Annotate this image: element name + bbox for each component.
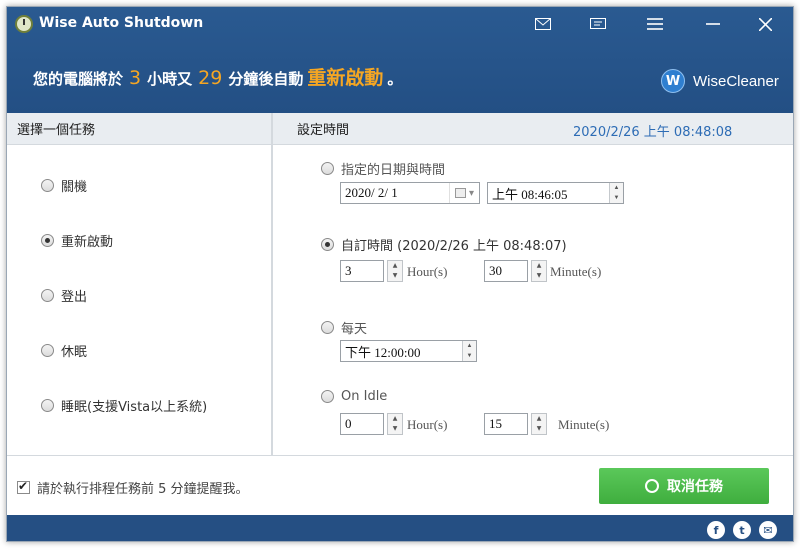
countdown-message: 您的電腦將於 3 小時又 29 分鐘後自動 重新啟動。	[33, 63, 402, 90]
custom-hours-input[interactable]: 3	[340, 260, 384, 282]
time-radio-idle[interactable]: On Idle	[321, 389, 387, 404]
task-label-restart: 重新啟動	[61, 235, 114, 250]
custom-minutes-value: 30	[489, 263, 502, 278]
app-window: Wise Auto Shutdown 您的電腦將於 3 小時又 29 分鐘後自動 重新啟動…	[6, 6, 794, 542]
custom-minutes-input[interactable]: 30	[484, 260, 528, 282]
wisecleaner-brand[interactable]: W WiseCleaner	[661, 69, 779, 93]
header-banner: Wise Auto Shutdown 您的電腦將於 3 小時又 29 分鐘後自動 重新啟動…	[7, 7, 793, 113]
reminder-checkbox[interactable]: 請於執行排程任務前 5 分鐘提醒我。	[17, 478, 249, 497]
close-icon[interactable]	[751, 13, 779, 35]
task-radio-restart[interactable]: 重新啟動	[41, 231, 113, 250]
custom-hours-spinner[interactable]: ▲ ▼	[387, 260, 403, 282]
facebook-icon[interactable]: f	[707, 521, 725, 539]
radio-icon	[321, 390, 334, 403]
radio-icon	[41, 399, 54, 412]
status-bar: f t ✉	[7, 515, 793, 541]
custom-hours-value: 3	[345, 263, 352, 278]
countdown-hours-text: 小時又	[147, 70, 193, 88]
custom-label: 自訂時間 (2020/2/26 上午 08:48:07)	[341, 239, 567, 254]
footer-bar: 請於執行排程任務前 5 分鐘提醒我。 取消任務	[7, 455, 793, 515]
idle-minutes-input[interactable]: 15	[484, 413, 528, 435]
brand-name: WiseCleaner	[693, 72, 779, 90]
idle-minutes-spinner[interactable]: ▲ ▼	[531, 413, 547, 435]
countdown-suffix: 。	[387, 70, 403, 88]
calendar-dropdown-icon[interactable]: ▾	[449, 183, 479, 203]
section-divider	[271, 113, 273, 455]
task-radio-hibernate[interactable]: 休眠	[41, 341, 87, 360]
idle-hours-unit: Hour(s)	[407, 417, 448, 432]
window-title: Wise Auto Shutdown	[39, 15, 204, 31]
custom-minutes-unit: Minute(s)	[550, 264, 602, 279]
specific-time-value: 上午 08:46:05	[492, 186, 568, 202]
idle-hours-value: 0	[345, 416, 352, 431]
daily-label: 每天	[341, 322, 368, 337]
countdown-minutes-text: 分鐘後自動	[228, 70, 304, 88]
clock-app-icon	[15, 15, 33, 33]
radio-icon	[41, 179, 54, 192]
cancel-task-label: 取消任務	[667, 479, 723, 495]
idle-hours-input[interactable]: 0	[340, 413, 384, 435]
minimize-icon[interactable]	[699, 13, 727, 35]
menu-icon[interactable]	[641, 13, 669, 35]
specific-time-input[interactable]: 上午 08:46:05 ▲ ▼	[487, 182, 624, 204]
countdown-prefix: 您的電腦將於	[33, 70, 124, 88]
task-radio-sleep[interactable]: 睡眠(支援Vista以上系統)	[41, 396, 207, 415]
task-radio-shutdown[interactable]: 關機	[41, 176, 87, 195]
task-label-logoff: 登出	[61, 290, 88, 305]
countdown-minutes: 29	[198, 67, 223, 89]
feedback-icon[interactable]	[584, 13, 612, 35]
time-radio-custom[interactable]: 自訂時間 (2020/2/26 上午 08:48:07)	[321, 235, 567, 254]
radio-icon	[41, 234, 54, 247]
custom-hours-unit: Hour(s)	[407, 264, 448, 279]
task-label-shutdown: 關機	[61, 180, 88, 195]
checkbox-icon	[17, 479, 30, 494]
daily-time-value: 下午 12:00:00	[345, 344, 421, 360]
task-label-hibernate: 休眠	[61, 345, 88, 360]
radio-icon	[321, 238, 334, 251]
radio-icon	[321, 321, 334, 334]
countdown-hours: 3	[129, 67, 142, 89]
specific-label: 指定的日期與時間	[341, 163, 446, 178]
custom-minutes-spinner[interactable]: ▲ ▼	[531, 260, 547, 282]
reminder-label: 請於執行排程任務前 5 分鐘提醒我。	[37, 482, 249, 497]
task-radio-logoff[interactable]: 登出	[41, 286, 87, 305]
radio-icon	[41, 289, 54, 302]
idle-label: On Idle	[341, 389, 388, 404]
cancel-task-button[interactable]: 取消任務	[599, 468, 769, 504]
cancel-icon	[645, 479, 659, 493]
idle-hours-spinner[interactable]: ▲ ▼	[387, 413, 403, 435]
task-section-header: 選擇一個任務	[7, 113, 271, 145]
idle-minutes-unit: Minute(s)	[558, 417, 610, 432]
time-section-title: 設定時間	[297, 123, 350, 138]
current-time: 2020/2/26 上午 08:48:08	[573, 125, 733, 140]
daily-time-input[interactable]: 下午 12:00:00 ▲ ▼	[340, 340, 477, 362]
twitter-icon[interactable]: t	[733, 521, 751, 539]
time-radio-daily[interactable]: 每天	[321, 318, 367, 337]
daily-time-spinner[interactable]: ▲ ▼	[462, 341, 476, 361]
email-icon[interactable]: ✉	[759, 521, 777, 539]
idle-minutes-value: 15	[489, 416, 502, 431]
specific-date-value: 2020/ 2/ 1	[345, 185, 398, 200]
radio-icon	[41, 344, 54, 357]
task-label-sleep: 睡眠(支援Vista以上系統)	[61, 400, 208, 415]
specific-time-spinner[interactable]: ▲ ▼	[609, 183, 623, 203]
specific-date-picker[interactable]: 2020/ 2/ 1 ▾	[340, 182, 480, 204]
wisecleaner-logo-icon: W	[661, 69, 685, 93]
mail-icon[interactable]	[529, 13, 557, 35]
time-radio-specific[interactable]: 指定的日期與時間	[321, 159, 445, 178]
countdown-action: 重新啟動	[307, 67, 384, 89]
radio-icon	[321, 162, 334, 175]
